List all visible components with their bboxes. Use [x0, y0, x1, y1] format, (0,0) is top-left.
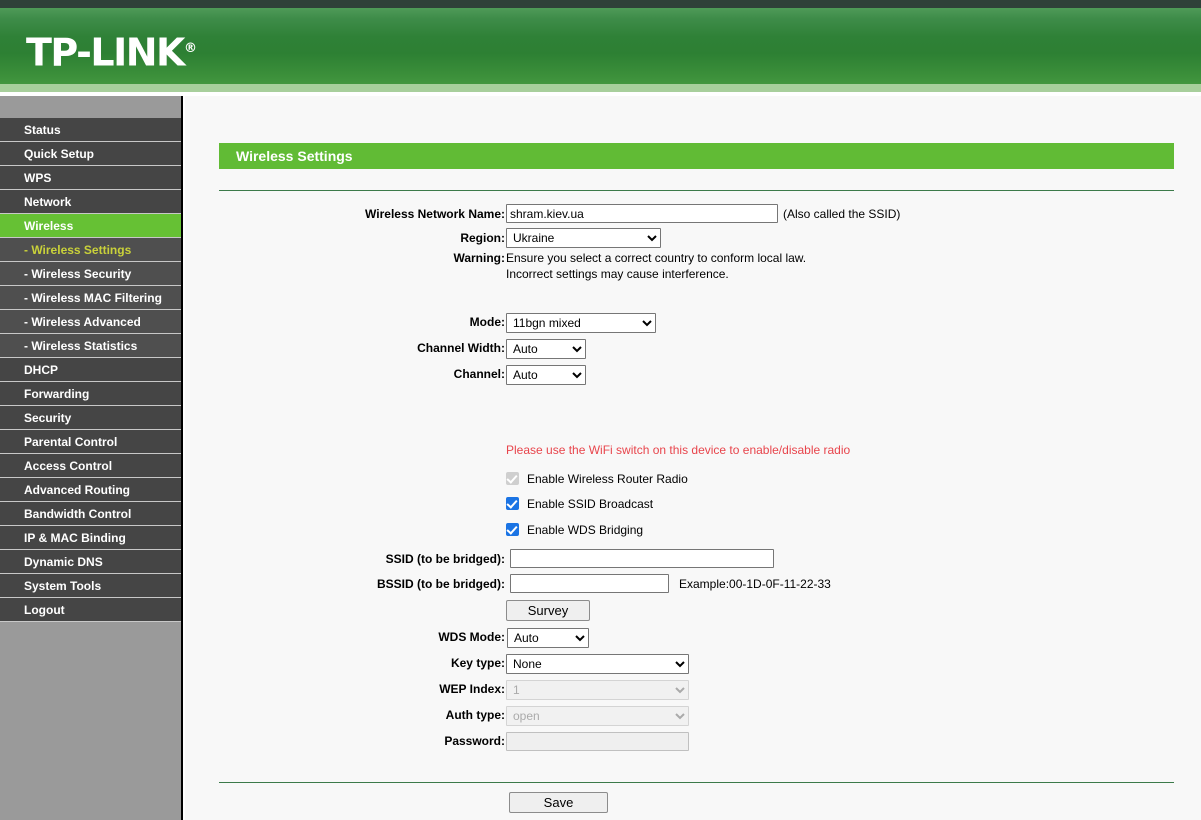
- sidebar-item-label: Security: [24, 411, 72, 425]
- section-divider-bottom: [219, 782, 1174, 783]
- enable-router-radio-checkbox: [506, 472, 519, 485]
- wds-mode-label: WDS Mode:: [438, 630, 505, 644]
- sidebar-item-parental-control[interactable]: Parental Control: [0, 430, 181, 454]
- header-bottom-strip: [0, 84, 1201, 92]
- sidebar-item-label: Advanced Routing: [24, 483, 131, 497]
- sidebar-item-label: Forwarding: [24, 387, 90, 401]
- bridge-ssid-input[interactable]: [510, 549, 774, 568]
- sidebar-item-label: Bandwidth Control: [24, 507, 132, 521]
- sidebar-item-label: Dynamic DNS: [24, 555, 103, 569]
- channel-width-label: Channel Width:: [417, 341, 505, 355]
- sidebar-item-wireless-settings[interactable]: - Wireless Settings: [0, 238, 181, 262]
- ssid-input[interactable]: [506, 204, 778, 223]
- sidebar-menu-list: Status Quick Setup WPS Network Wireless - Wir…: [0, 118, 181, 622]
- channel-width-select[interactable]: Auto: [506, 339, 586, 359]
- sidebar-item-label: - Wireless Settings: [24, 243, 132, 257]
- sidebar-item-forwarding[interactable]: Forwarding: [0, 382, 181, 406]
- sidebar-item-quick-setup[interactable]: Quick Setup: [0, 142, 181, 166]
- logo-text: TP-LINK: [26, 30, 185, 75]
- sidebar-item-label: WPS: [24, 171, 52, 185]
- sidebar-item-label: Network: [24, 195, 72, 209]
- header-top-strip: [0, 0, 1201, 8]
- enable-router-radio-label: Enable Wireless Router Radio: [527, 472, 688, 486]
- tp-link-logo: TP-LINK®: [26, 30, 197, 72]
- mode-select[interactable]: 11bgn mixed: [506, 313, 656, 333]
- app-header: TP-LINK®: [0, 0, 1201, 92]
- sidebar-item-access-control[interactable]: Access Control: [0, 454, 181, 478]
- save-button[interactable]: Save: [509, 792, 608, 813]
- mode-label: Mode:: [469, 315, 505, 329]
- bridge-bssid-label: BSSID (to be bridged):: [377, 577, 505, 591]
- sidebar-item-label: - Wireless MAC Filtering: [24, 291, 162, 305]
- sidebar-item-wireless-advanced[interactable]: - Wireless Advanced: [0, 310, 181, 334]
- warning-line-1: Ensure you select a correct country to c…: [506, 251, 807, 265]
- key-type-select[interactable]: None: [506, 654, 689, 674]
- sidebar-item-system-tools[interactable]: System Tools: [0, 574, 181, 598]
- sidebar-item-label: - Wireless Advanced: [24, 315, 141, 329]
- password-input[interactable]: [506, 732, 689, 751]
- sidebar-item-label: Parental Control: [24, 435, 118, 449]
- enable-ssid-broadcast-checkbox[interactable]: [506, 497, 519, 510]
- sidebar-item-label: Quick Setup: [24, 147, 95, 161]
- enable-wds-bridging-label: Enable WDS Bridging: [527, 523, 644, 537]
- key-type-label: Key type:: [450, 656, 505, 670]
- sidebar-item-label: Logout: [24, 603, 65, 617]
- sidebar-item-security[interactable]: Security: [0, 406, 181, 430]
- sidebar-item-dhcp[interactable]: DHCP: [0, 358, 181, 382]
- bridge-ssid-label: SSID (to be bridged):: [385, 552, 505, 566]
- sidebar-item-label: - Wireless Security: [24, 267, 132, 281]
- main-content: Wireless Settings Wireless Network Name:…: [185, 96, 1201, 820]
- warning-line-2: Incorrect settings may cause interferenc…: [506, 267, 729, 281]
- enable-ssid-broadcast-label: Enable SSID Broadcast: [527, 497, 654, 511]
- sidebar-item-advanced-routing[interactable]: Advanced Routing: [0, 478, 181, 502]
- channel-select[interactable]: Auto: [506, 365, 586, 385]
- password-label: Password:: [444, 734, 505, 748]
- sidebar-item-label: Wireless: [24, 219, 74, 233]
- radio-switch-note: Please use the WiFi switch on this devic…: [506, 443, 851, 457]
- section-divider-top: [219, 190, 1174, 191]
- sidebar-item-label: System Tools: [24, 579, 102, 593]
- ssid-label: Wireless Network Name:: [365, 207, 505, 221]
- warning-label: Warning:: [453, 251, 505, 265]
- sidebar-item-wireless-statistics[interactable]: - Wireless Statistics: [0, 334, 181, 358]
- bridge-bssid-input[interactable]: [510, 574, 669, 593]
- sidebar-item-label: - Wireless Statistics: [24, 339, 138, 353]
- survey-button[interactable]: Survey: [506, 600, 590, 621]
- sidebar-item-dynamic-dns[interactable]: Dynamic DNS: [0, 550, 181, 574]
- sidebar-item-label: IP & MAC Binding: [24, 531, 126, 545]
- sidebar-item-wireless-security[interactable]: - Wireless Security: [0, 262, 181, 286]
- wep-index-select[interactable]: 1: [506, 680, 689, 700]
- sidebar-item-wireless-mac-filtering[interactable]: - Wireless MAC Filtering: [0, 286, 181, 310]
- sidebar-item-status[interactable]: Status: [0, 118, 181, 142]
- sidebar-item-label: DHCP: [24, 363, 59, 377]
- auth-type-label: Auth type:: [445, 708, 505, 722]
- sidebar-item-logout[interactable]: Logout: [0, 598, 181, 622]
- bridge-bssid-hint: Example:00-1D-0F-11-22-33: [679, 577, 831, 591]
- sidebar-nav: Status Quick Setup WPS Network Wireless - Wir…: [0, 96, 183, 820]
- sidebar-item-label: Status: [24, 123, 61, 137]
- registered-trademark-icon: ®: [183, 41, 197, 56]
- sidebar-item-ip-mac-binding[interactable]: IP & MAC Binding: [0, 526, 181, 550]
- sidebar-item-bandwidth-control[interactable]: Bandwidth Control: [0, 502, 181, 526]
- sidebar-item-network[interactable]: Network: [0, 190, 181, 214]
- auth-type-select[interactable]: open: [506, 706, 689, 726]
- channel-label: Channel:: [453, 367, 505, 381]
- wep-index-label: WEP Index:: [439, 682, 505, 696]
- enable-wds-bridging-checkbox[interactable]: [506, 523, 519, 536]
- ssid-hint: (Also called the SSID): [783, 207, 901, 221]
- sidebar-item-wps[interactable]: WPS: [0, 166, 181, 190]
- page-title: Wireless Settings: [219, 143, 1174, 169]
- sidebar-item-label: Access Control: [24, 459, 113, 473]
- region-select[interactable]: Ukraine: [506, 228, 661, 248]
- region-label: Region:: [460, 231, 505, 245]
- wds-mode-select[interactable]: Auto: [507, 628, 589, 648]
- sidebar-item-wireless[interactable]: Wireless: [0, 214, 181, 238]
